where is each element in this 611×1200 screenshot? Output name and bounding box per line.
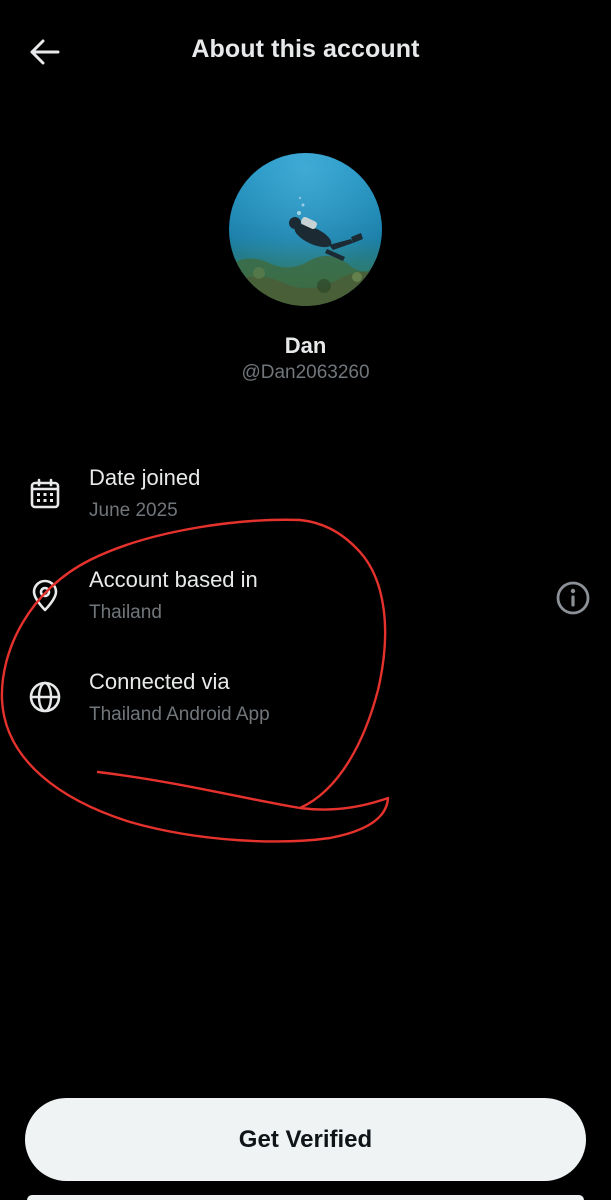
username-handle: @Dan2063260 xyxy=(241,362,370,383)
info-button[interactable] xyxy=(553,578,593,618)
info-circle-icon xyxy=(556,581,590,615)
date-joined-value: June 2025 xyxy=(89,500,178,521)
account-based-in-label: Account based in xyxy=(89,567,258,592)
account-based-in-value: Thailand xyxy=(89,602,162,623)
connected-via-value: Thailand Android App xyxy=(89,704,270,725)
display-name: Dan xyxy=(284,333,327,358)
get-verified-button[interactable]: Get Verified xyxy=(25,1098,586,1181)
avatar-image xyxy=(229,153,382,306)
info-row-connected-via: Connected via Thailand Android App xyxy=(0,664,611,744)
globe-icon xyxy=(26,678,64,716)
header-bar: About this account xyxy=(0,0,611,104)
location-pin-icon xyxy=(26,577,64,615)
connected-via-label: Connected via xyxy=(89,669,230,694)
info-row-account-based-in: Account based in Thailand xyxy=(0,562,611,642)
date-joined-label: Date joined xyxy=(89,465,201,490)
page-title: About this account xyxy=(191,35,420,63)
avatar[interactable] xyxy=(229,153,382,306)
calendar-icon xyxy=(26,475,64,513)
info-row-date-joined: Date joined June 2025 xyxy=(0,460,611,540)
bottom-sheet-edge xyxy=(27,1195,584,1200)
